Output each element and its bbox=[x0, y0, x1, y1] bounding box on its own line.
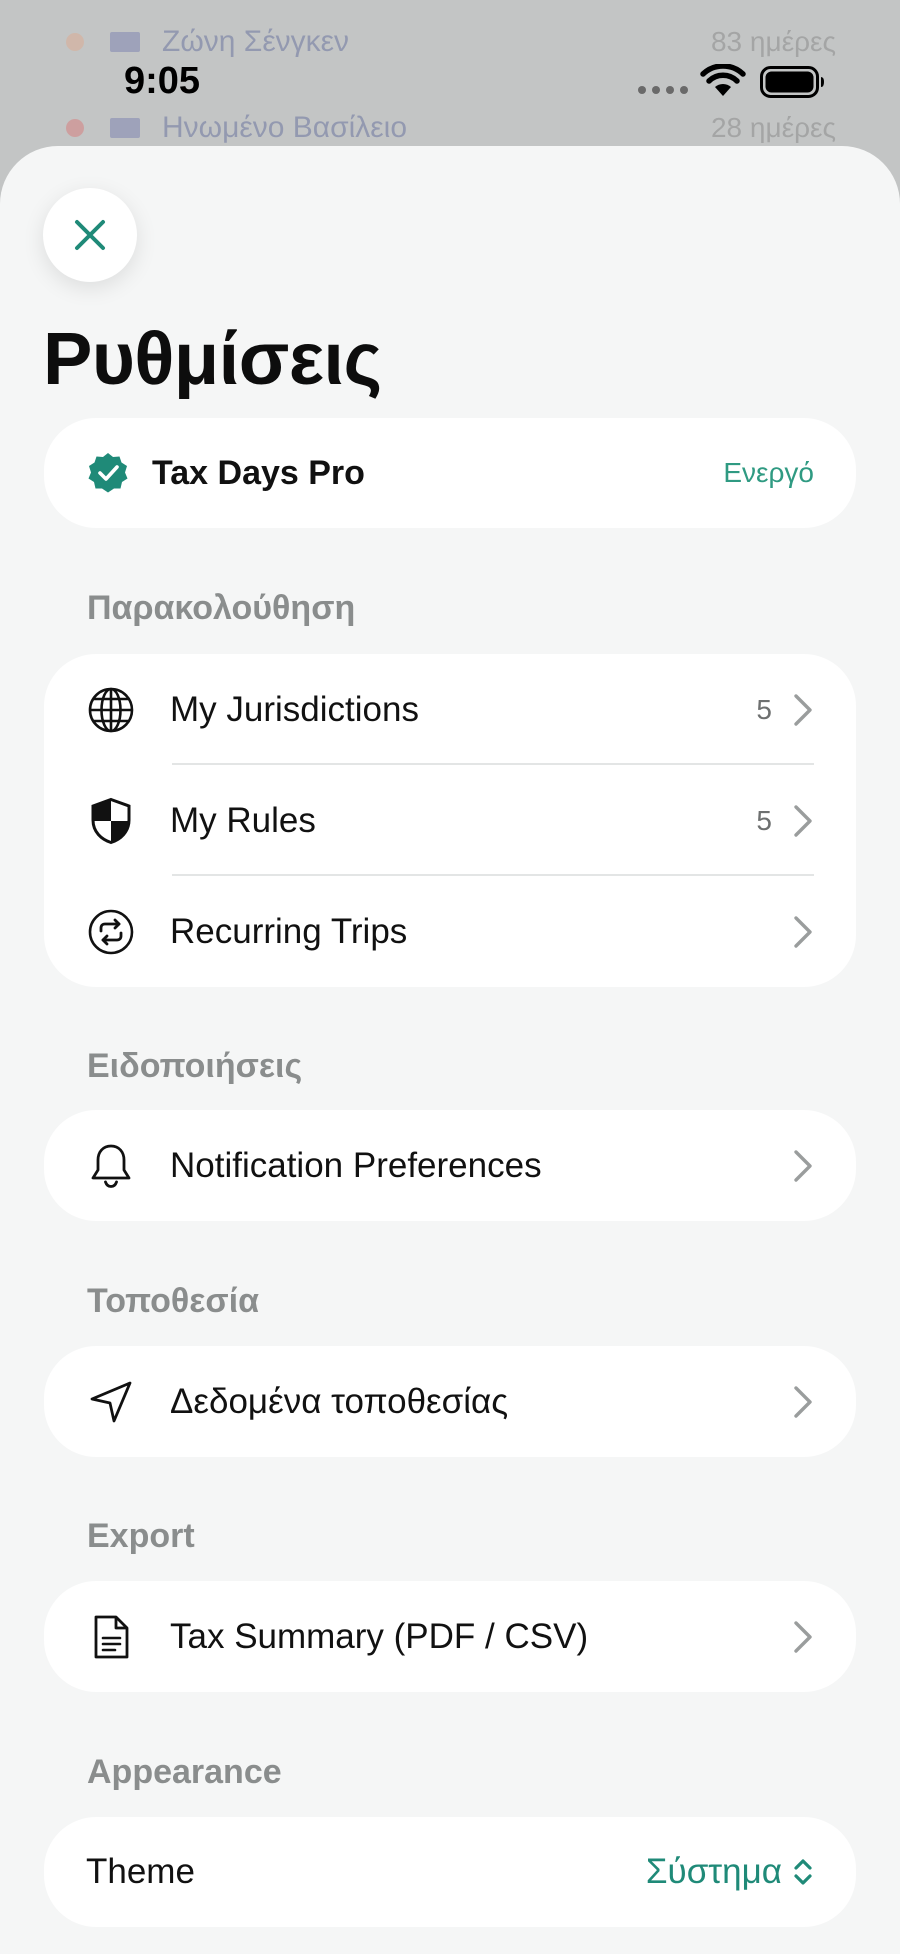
globe-icon bbox=[88, 687, 134, 732]
status-time: 9:05 bbox=[124, 60, 201, 102]
location-data-label: Δεδομένα τοποθεσίας bbox=[170, 1381, 509, 1421]
page-title: Ρυθμίσεις bbox=[43, 317, 382, 400]
subscription-card[interactable]: Tax Days Pro Ενεργό bbox=[44, 418, 856, 528]
bell-icon bbox=[91, 1144, 131, 1188]
chevron-right-icon bbox=[794, 1149, 812, 1182]
notifications-card: Notification Preferences bbox=[44, 1110, 856, 1221]
export-card: Tax Summary (PDF / CSV) bbox=[44, 1581, 856, 1692]
settings-sheet: Ρυθμίσεις Tax Days Pro Ενεργό Παρακολούθ… bbox=[0, 146, 900, 1954]
section-label-location: Τοποθεσία bbox=[87, 1282, 260, 1320]
notification-preferences-row[interactable]: Notification Preferences bbox=[44, 1110, 856, 1221]
repeat-icon bbox=[88, 909, 134, 954]
shield-icon bbox=[91, 797, 131, 844]
rules-row[interactable]: My Rules 5 bbox=[44, 765, 856, 876]
section-label-appearance: Appearance bbox=[87, 1753, 282, 1791]
chevron-right-icon bbox=[794, 1385, 812, 1418]
location-card: Δεδομένα τοποθεσίας bbox=[44, 1346, 856, 1457]
status-dot bbox=[66, 119, 84, 137]
tracking-card: My Jurisdictions 5 My Rules 5 Recurring … bbox=[44, 654, 856, 987]
status-bar: 9:05 bbox=[0, 52, 900, 112]
chevron-up-down-icon[interactable] bbox=[792, 1855, 814, 1889]
rules-label: My Rules bbox=[170, 800, 316, 840]
jurisdictions-label: My Jurisdictions bbox=[170, 689, 419, 729]
chevron-right-icon bbox=[794, 804, 812, 837]
notification-preferences-label: Notification Preferences bbox=[170, 1145, 542, 1185]
document-icon bbox=[94, 1615, 129, 1658]
rules-count: 5 bbox=[756, 804, 772, 836]
location-arrow-icon bbox=[90, 1381, 132, 1422]
subscription-status-badge: Ενεργό bbox=[723, 457, 814, 488]
theme-row: Theme Σύστημα bbox=[44, 1817, 856, 1927]
theme-select[interactable]: Σύστημα bbox=[646, 1852, 782, 1892]
wifi-icon bbox=[700, 64, 746, 96]
verified-badge-icon bbox=[88, 453, 128, 493]
recurring-trips-label: Recurring Trips bbox=[170, 911, 408, 951]
section-label-notifications: Ειδοποιήσεις bbox=[87, 1047, 303, 1085]
subscription-name: Tax Days Pro bbox=[152, 453, 365, 492]
section-label-export: Export bbox=[87, 1517, 195, 1555]
chevron-right-icon bbox=[794, 693, 812, 726]
appearance-card: Theme Σύστημα bbox=[44, 1817, 856, 1927]
flag-icon bbox=[110, 32, 140, 52]
jurisdictions-count: 5 bbox=[756, 693, 772, 725]
close-button[interactable] bbox=[43, 188, 137, 282]
tax-summary-row[interactable]: Tax Summary (PDF / CSV) bbox=[44, 1581, 856, 1692]
background-item-value: 28 ημέρες bbox=[710, 112, 836, 143]
background-list-item: Ηνωμένο Βασίλειο 28 ημέρες bbox=[66, 108, 836, 148]
tax-summary-label: Tax Summary (PDF / CSV) bbox=[170, 1616, 589, 1656]
chevron-right-icon bbox=[794, 1620, 812, 1653]
status-dot bbox=[66, 33, 84, 51]
close-icon bbox=[75, 220, 105, 250]
chevron-right-icon bbox=[794, 915, 812, 948]
battery-icon bbox=[760, 66, 824, 98]
cellular-signal-icon bbox=[638, 86, 688, 94]
flag-icon bbox=[110, 118, 140, 138]
location-data-row[interactable]: Δεδομένα τοποθεσίας bbox=[44, 1346, 856, 1457]
jurisdictions-row[interactable]: My Jurisdictions 5 bbox=[44, 654, 856, 765]
recurring-trips-row[interactable]: Recurring Trips bbox=[44, 876, 856, 987]
section-label-tracking: Παρακολούθηση bbox=[87, 589, 356, 627]
theme-label: Theme bbox=[86, 1852, 195, 1891]
background-item-name: Ηνωμένο Βασίλειο bbox=[162, 111, 408, 144]
